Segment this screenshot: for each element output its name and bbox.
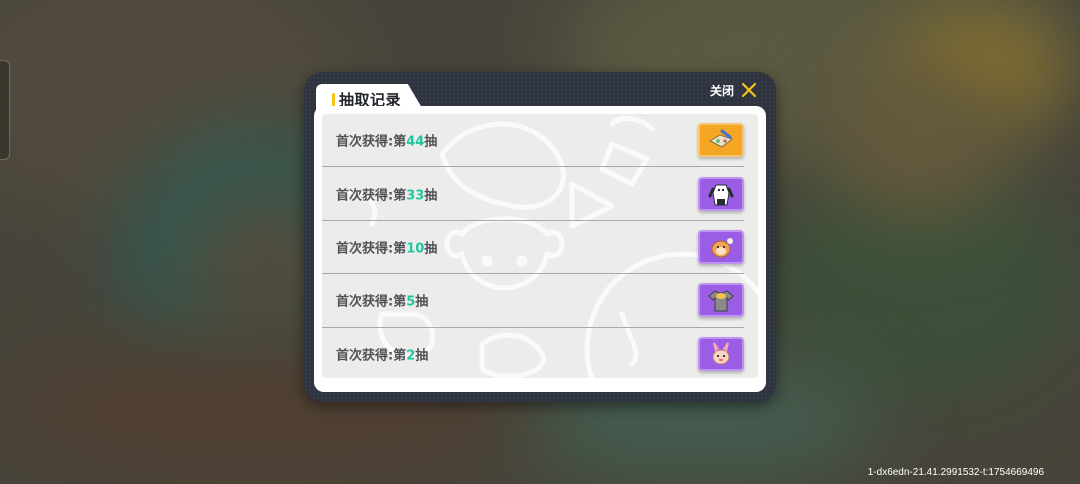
item-icon-button[interactable] (698, 283, 744, 318)
draw-record-dialog: 抽取记录 关闭 首次获得:第44抽 首次获得:第33抽 首次获得:第10抽 首次… (304, 72, 776, 402)
hamster-plush-icon (711, 237, 733, 258)
close-label: 关闭 (709, 83, 734, 98)
draw-number: 2 (406, 348, 416, 364)
item-icon-button[interactable] (698, 229, 744, 264)
draw-number: 44 (406, 134, 425, 150)
record-text: 首次获得:第10抽 (336, 241, 438, 257)
record-row: 首次获得:第44抽 (322, 114, 744, 168)
draw-number: 33 (406, 188, 425, 204)
shirt-icon (708, 290, 734, 312)
record-list: 首次获得:第44抽 首次获得:第33抽 首次获得:第10抽 首次获得:第5抽 首… (322, 114, 758, 378)
close-button[interactable]: 关闭 (710, 80, 758, 100)
record-row: 首次获得:第2抽 (322, 328, 744, 378)
record-text: 首次获得:第2抽 (336, 348, 429, 364)
record-text: 首次获得:第5抽 (336, 294, 429, 310)
bunny-bag-icon (712, 342, 730, 365)
record-row: 首次获得:第10抽 (322, 221, 744, 275)
record-panel: 首次获得:第44抽 首次获得:第33抽 首次获得:第10抽 首次获得:第5抽 首… (314, 106, 766, 392)
record-text: 首次获得:第33抽 (336, 188, 438, 204)
item-icon-button[interactable] (698, 336, 744, 371)
record-list-area[interactable]: 首次获得:第44抽 首次获得:第33抽 首次获得:第10抽 首次获得:第5抽 首… (322, 114, 758, 378)
draw-number: 10 (406, 241, 425, 257)
item-icon-button[interactable] (698, 176, 744, 211)
panda-suit-icon (708, 184, 734, 206)
record-row: 首次获得:第5抽 (322, 274, 744, 328)
record-row: 首次获得:第33抽 (322, 167, 744, 221)
close-icon (741, 82, 757, 98)
map-scroll-icon (708, 129, 734, 148)
item-icon-button[interactable] (698, 123, 744, 158)
record-text: 首次获得:第44抽 (336, 134, 438, 150)
side-menu-tab[interactable] (0, 60, 10, 160)
draw-number: 5 (406, 294, 416, 310)
build-info-label: 1-dx6edn-21.41.2991532-t:1754669496 (867, 467, 1044, 478)
